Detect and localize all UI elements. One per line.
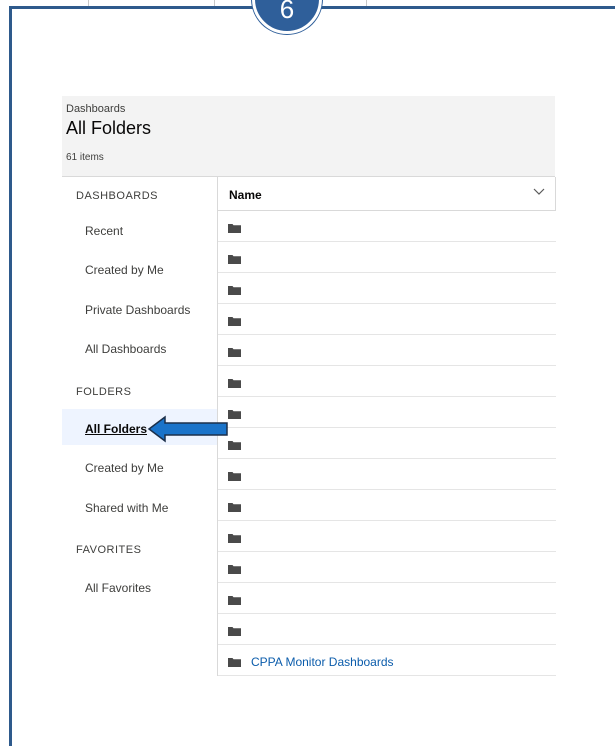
folder-icon: [228, 627, 241, 636]
sidebar-item-created-by-me[interactable]: Created by Me: [85, 263, 164, 277]
sidebar-item-recent[interactable]: Recent: [85, 224, 123, 238]
folder-icon: [228, 286, 241, 295]
table-row[interactable]: [218, 211, 556, 242]
sidebar-item-all-favorites[interactable]: All Favorites: [85, 581, 151, 595]
folder-icon: [228, 534, 241, 543]
folder-name-link[interactable]: CPPA Monitor Dashboards: [251, 655, 394, 669]
table-row[interactable]: CPPA Monitor Dashboards: [218, 645, 556, 676]
sidebar-section-folders: FOLDERS: [76, 386, 132, 398]
tab-divider: [214, 0, 215, 6]
page-header: Dashboards All Folders 61 items: [62, 96, 555, 177]
sidebar-item-folders-created-by-me[interactable]: Created by Me: [85, 461, 164, 475]
sidebar-section-favorites: FAVORITES: [76, 544, 142, 556]
table-row[interactable]: [218, 614, 556, 645]
sidebar-item-private-dashboards[interactable]: Private Dashboards: [85, 303, 190, 317]
tab-divider: [88, 0, 89, 6]
folder-icon: [228, 410, 241, 419]
folder-icon: [228, 441, 241, 450]
folder-icon: [228, 565, 241, 574]
table-row[interactable]: [218, 428, 556, 459]
chevron-down-icon[interactable]: [533, 185, 545, 197]
table-row[interactable]: [218, 335, 556, 366]
table-header[interactable]: Name: [217, 177, 556, 211]
item-count: 61 items: [66, 152, 104, 163]
folder-icon: [228, 472, 241, 481]
table-body: CPPA Monitor Dashboards: [217, 211, 556, 676]
page-title: All Folders: [66, 118, 152, 138]
folder-icon: [228, 317, 241, 326]
table-row[interactable]: [218, 521, 556, 552]
folder-icon: [228, 224, 241, 233]
callout-arrow-icon: [147, 415, 228, 443]
sidebar-item-shared-with-me[interactable]: Shared with Me: [85, 501, 168, 515]
folder-icon: [228, 255, 241, 264]
folder-icon: [228, 348, 241, 357]
table-row[interactable]: [218, 273, 556, 304]
sidebar-item-all-folders[interactable]: All Folders: [85, 422, 147, 436]
tab-divider: [366, 0, 367, 6]
table-row[interactable]: [218, 242, 556, 273]
sidebar-item-all-dashboards[interactable]: All Dashboards: [85, 342, 166, 356]
table-row[interactable]: [218, 552, 556, 583]
table-row[interactable]: [218, 583, 556, 614]
table-row[interactable]: [218, 397, 556, 428]
breadcrumb[interactable]: Dashboards: [66, 103, 125, 115]
column-header-name[interactable]: Name: [229, 188, 262, 202]
sidebar-section-dashboards: DASHBOARDS: [76, 190, 159, 202]
folder-icon: [228, 379, 241, 388]
table-row[interactable]: [218, 490, 556, 521]
table-row[interactable]: [218, 304, 556, 335]
table-row[interactable]: [218, 459, 556, 490]
table-row[interactable]: [218, 366, 556, 397]
folder-icon: [228, 503, 241, 512]
folder-icon: [228, 596, 241, 605]
folder-icon: [228, 658, 241, 667]
